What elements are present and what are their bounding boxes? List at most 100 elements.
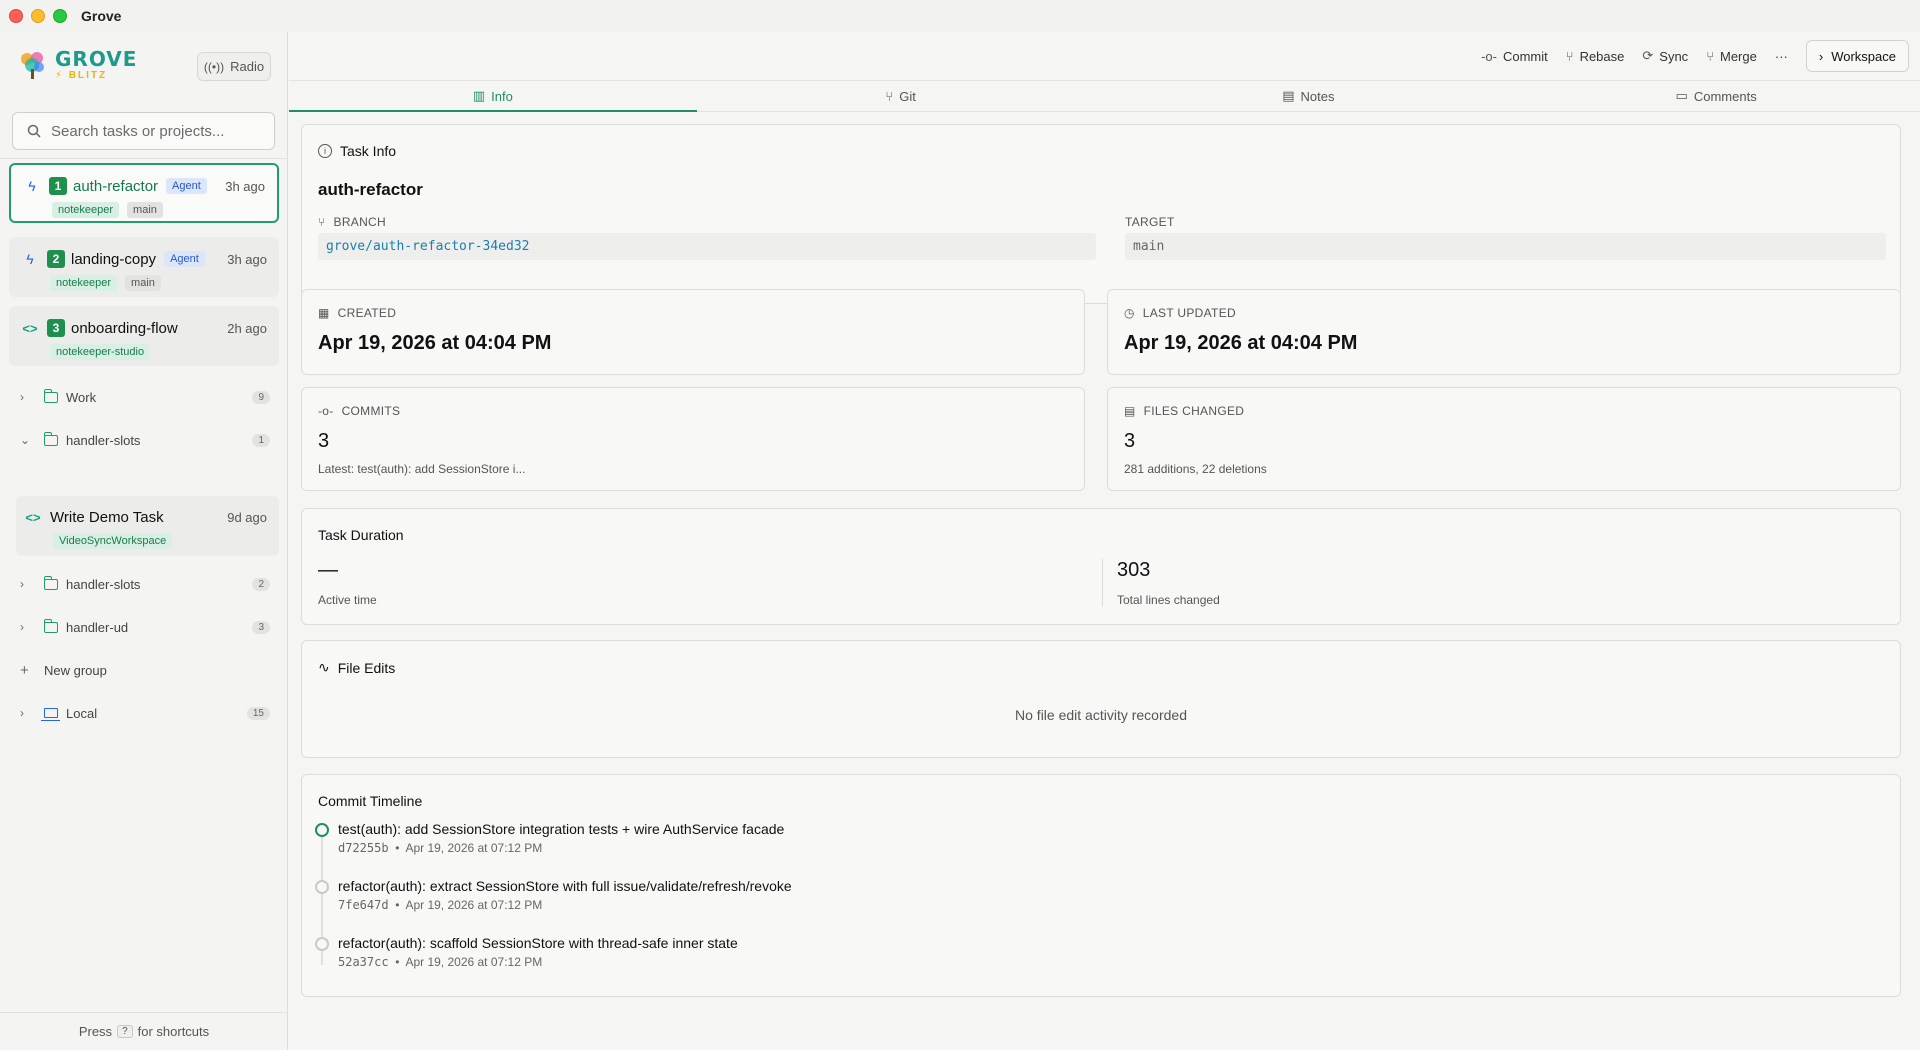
target-label: TARGET bbox=[1125, 215, 1175, 229]
info-icon: i bbox=[318, 144, 332, 158]
group-handler-slots-2[interactable]: › handler-slots 2 bbox=[20, 572, 270, 596]
task-item-landing-copy[interactable]: ϟ 2 landing-copy Agent 3h ago notekeeper… bbox=[9, 237, 279, 297]
folder-icon bbox=[43, 575, 58, 590]
group-local[interactable]: › Local 15 bbox=[20, 701, 270, 725]
new-group-button[interactable]: + New group bbox=[20, 658, 270, 682]
tab-label: Comments bbox=[1693, 88, 1757, 104]
radio-button[interactable]: ((•)) Radio bbox=[197, 52, 271, 81]
task-number: 1 bbox=[49, 177, 67, 195]
duration-divider bbox=[1102, 559, 1103, 607]
search-input[interactable] bbox=[51, 122, 261, 140]
group-count: 15 bbox=[246, 706, 270, 720]
agent-badge: Agent bbox=[164, 251, 205, 267]
project-tag: notekeeper bbox=[50, 275, 118, 291]
search-box[interactable] bbox=[12, 112, 275, 150]
commit-meta: 52a37cc • Apr 19, 2026 at 07:12 PM bbox=[338, 955, 543, 969]
active-time-label: Active time bbox=[318, 593, 377, 607]
chevron-right-icon: › bbox=[20, 577, 24, 591]
workspace-button[interactable]: › Workspace bbox=[1805, 40, 1909, 72]
group-handler-ud[interactable]: › handler-ud 3 bbox=[20, 615, 270, 639]
tab-notes[interactable]: ▤ Notes bbox=[1105, 81, 1513, 111]
files-changed-card: ▤ FILES CHANGED 3 281 additions, 22 dele… bbox=[1107, 387, 1901, 491]
project-tag: notekeeper-studio bbox=[50, 344, 151, 360]
merge-label: Merge bbox=[1720, 48, 1757, 64]
chevron-right-icon: › bbox=[20, 706, 24, 720]
created-card: ▦ CREATED Apr 19, 2026 at 04:04 PM bbox=[301, 289, 1085, 375]
group-count: 3 bbox=[252, 620, 270, 634]
sidebar: GROVE ⚡ BLITZ ((•)) Radio ϟ 1 auth-refac… bbox=[0, 32, 288, 1050]
commits-label: COMMITS bbox=[341, 404, 401, 418]
rebase-button[interactable]: ⑂ Rebase bbox=[1566, 49, 1625, 64]
task-info-card: i Task Info auth-refactor ⑂ BRANCH grove… bbox=[301, 124, 1901, 304]
task-time: 9d ago bbox=[227, 509, 267, 525]
task-name: auth-refactor bbox=[73, 177, 159, 195]
comment-icon: ▭ bbox=[1675, 88, 1688, 103]
tab-comments[interactable]: ▭ Comments bbox=[1512, 81, 1920, 111]
main-panel: -o- Commit ⑂ Rebase ⟳ Sync ⑂ Merge ··· ›… bbox=[289, 32, 1920, 1050]
laptop-icon bbox=[41, 708, 60, 721]
branch-tag: main bbox=[125, 275, 161, 291]
commit-message: refactor(auth): extract SessionStore wit… bbox=[338, 878, 792, 894]
sync-label: Sync bbox=[1659, 48, 1689, 64]
task-item-write-demo-task[interactable]: <> Write Demo Task 9d ago VideoSyncWorks… bbox=[16, 496, 279, 556]
close-window-button[interactable] bbox=[9, 9, 23, 23]
tree-logo-icon bbox=[21, 52, 44, 79]
activity-icon: ∿ bbox=[318, 659, 330, 675]
file-diff-icon: ▤ bbox=[1124, 404, 1136, 418]
agent-badge: Agent bbox=[166, 178, 207, 194]
branch-value[interactable]: grove/auth-refactor-34ed32 bbox=[318, 233, 1096, 260]
chevron-down-icon: ⌄ bbox=[20, 433, 31, 447]
rebase-label: Rebase bbox=[1579, 48, 1625, 64]
tab-label: Notes bbox=[1300, 88, 1335, 104]
chevron-right-icon: › bbox=[20, 620, 24, 634]
chevron-right-icon: › bbox=[1818, 48, 1824, 64]
commits-card: -o- COMMITS 3 Latest: test(auth): add Se… bbox=[301, 387, 1085, 491]
timeline-dot bbox=[315, 937, 329, 951]
merge-button[interactable]: ⑂ Merge bbox=[1706, 49, 1757, 64]
git-branch-icon: ⑂ bbox=[318, 215, 326, 229]
radio-broadcast-icon: ((•)) bbox=[203, 59, 225, 74]
tab-label: Git bbox=[899, 88, 916, 104]
minimize-window-button[interactable] bbox=[31, 9, 45, 23]
commits-value: 3 bbox=[318, 430, 330, 452]
commit-hash: 7fe647d bbox=[338, 898, 389, 912]
tab-bar: ▥ Info ⑂ Git ▤ Notes ▭ Comments bbox=[289, 80, 1920, 112]
created-value: Apr 19, 2026 at 04:04 PM bbox=[318, 332, 552, 354]
code-icon: <> bbox=[22, 320, 38, 336]
task-info-title: Task Info bbox=[340, 143, 397, 159]
task-item-auth-refactor[interactable]: ϟ 1 auth-refactor Agent 3h ago notekeepe… bbox=[9, 163, 279, 223]
task-duration-card: Task Duration — Active time 303 Total li… bbox=[301, 508, 1901, 625]
branch-tag: main bbox=[127, 202, 163, 218]
group-count: 1 bbox=[252, 433, 270, 447]
commit-label: Commit bbox=[1502, 48, 1548, 64]
more-button[interactable]: ··· bbox=[1775, 49, 1788, 64]
project-tag: VideoSyncWorkspace bbox=[53, 533, 173, 549]
tab-git[interactable]: ⑂ Git bbox=[697, 81, 1105, 111]
task-item-onboarding-flow[interactable]: <> 3 onboarding-flow 2h ago notekeeper-s… bbox=[9, 306, 279, 366]
lines-changed-value: 303 bbox=[1117, 559, 1151, 581]
commit-icon: -o- bbox=[318, 404, 334, 418]
created-label: CREATED bbox=[337, 306, 397, 320]
shortcut-key: ? bbox=[117, 1025, 133, 1038]
active-time-value: — bbox=[318, 559, 338, 581]
commit-date: Apr 19, 2026 at 07:12 PM bbox=[405, 841, 543, 855]
app-logo: GROVE ⚡ BLITZ bbox=[17, 49, 137, 81]
duration-title: Task Duration bbox=[318, 527, 404, 543]
commit-message: test(auth): add SessionStore integration… bbox=[338, 821, 785, 837]
group-handler-slots[interactable]: ⌄ handler-slots 1 bbox=[20, 428, 270, 452]
commit-timeline-card: Commit Timeline test(auth): add SessionS… bbox=[301, 774, 1901, 997]
tab-info[interactable]: ▥ Info bbox=[289, 81, 697, 112]
lines-changed-label: Total lines changed bbox=[1117, 593, 1220, 607]
maximize-window-button[interactable] bbox=[53, 9, 67, 23]
group-label: handler-slots bbox=[66, 576, 141, 592]
sync-button[interactable]: ⟳ Sync bbox=[1642, 48, 1688, 64]
commit-date: Apr 19, 2026 at 07:12 PM bbox=[405, 955, 543, 969]
target-value[interactable]: main bbox=[1125, 233, 1886, 260]
folder-icon bbox=[43, 431, 58, 446]
task-time: 3h ago bbox=[227, 251, 267, 267]
last-updated-card: ◷ LAST UPDATED Apr 19, 2026 at 04:04 PM bbox=[1107, 289, 1901, 375]
window-titlebar: Grove bbox=[0, 0, 1920, 32]
group-work[interactable]: › Work 9 bbox=[20, 385, 270, 409]
commit-button[interactable]: -o- Commit bbox=[1481, 49, 1548, 64]
task-time: 3h ago bbox=[225, 178, 265, 194]
